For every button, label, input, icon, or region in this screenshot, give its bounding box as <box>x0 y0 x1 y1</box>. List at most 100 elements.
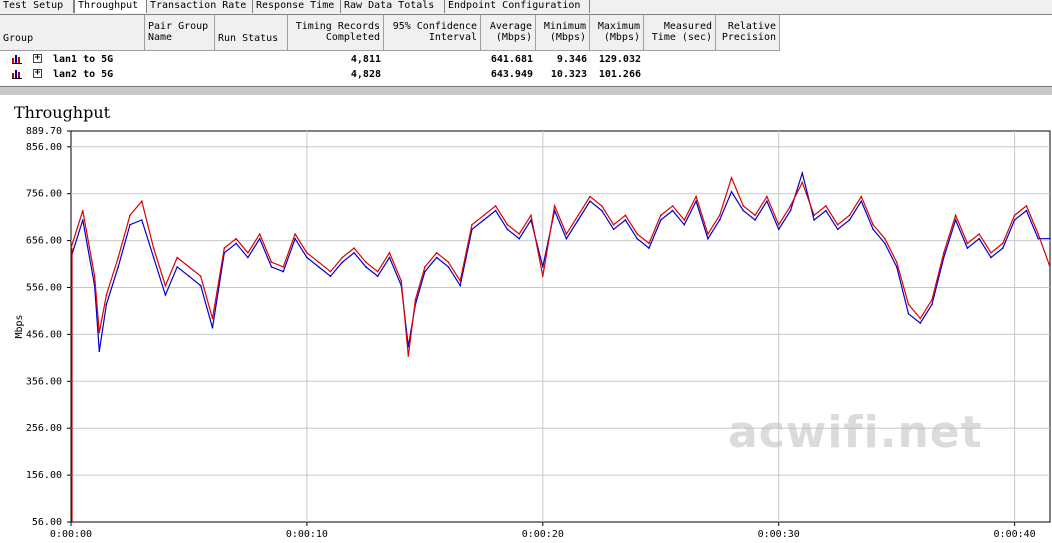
tab-endpoint-configuration[interactable]: Endpoint Configuration <box>445 0 590 13</box>
col-header-minimum[interactable]: Minimum (Mbps) <box>536 15 590 51</box>
series-0-point <box>718 219 721 221</box>
series-1-point <box>164 284 167 287</box>
series-1-point <box>105 294 108 296</box>
series-0-point <box>282 270 285 273</box>
series-0-point <box>424 270 426 273</box>
y-tick-label: 56.00 <box>32 517 62 528</box>
series-0-point <box>270 266 273 268</box>
col-header-relative-precision[interactable]: Relative Precision <box>716 15 780 51</box>
series-1-point <box>612 223 615 226</box>
row-average: 641.681 <box>490 54 533 65</box>
expand-icon[interactable]: + <box>33 69 42 78</box>
series-1-point <box>978 233 980 235</box>
watermark: acwifi.net <box>728 407 983 458</box>
series-0-point <box>1013 219 1016 221</box>
series-0-point <box>813 219 815 221</box>
series-1-point <box>1049 266 1051 268</box>
series-1-point <box>683 219 686 221</box>
series-1-point <box>895 261 898 263</box>
series-1-point <box>199 275 202 277</box>
col-header-timing-records[interactable]: Timing Records Completed <box>288 15 384 51</box>
col-header-group[interactable]: Group <box>0 15 145 51</box>
series-1-point <box>141 200 143 202</box>
col-header-run-status[interactable]: Run Status <box>215 15 288 51</box>
series-0-point <box>1049 237 1051 240</box>
series-1-point <box>518 233 520 235</box>
series-1-point <box>483 214 485 217</box>
series-0-point <box>695 200 697 202</box>
expand-icon[interactable]: + <box>33 54 42 63</box>
series-1-point <box>93 275 96 277</box>
series-0-point <box>294 237 296 240</box>
series-0-point <box>235 242 237 245</box>
series-0-point <box>341 261 344 263</box>
series-1-point <box>188 266 190 268</box>
series-0-point <box>329 275 332 277</box>
series-0-point <box>754 219 756 221</box>
y-tick-label: 256.00 <box>26 423 62 434</box>
series-1-point <box>931 298 933 301</box>
series-0-point <box>836 228 839 231</box>
series-1-point <box>718 214 721 217</box>
y-tick-label: 856.00 <box>26 142 62 153</box>
series-0-point <box>506 228 509 231</box>
series-0-point <box>612 228 615 231</box>
series-0-point <box>306 256 308 259</box>
col-header-maximum[interactable]: Maximum (Mbps) <box>590 15 644 51</box>
series-0-point <box>660 219 662 221</box>
series-0-point <box>730 191 733 193</box>
series-1-point <box>223 247 226 249</box>
col-header-confidence-interval[interactable]: 95% Confidence Interval <box>384 15 481 51</box>
series-0-point <box>884 242 886 245</box>
series-0-point <box>742 209 745 212</box>
series-0-point <box>671 209 674 212</box>
throughput-chart-panel: Throughput 889.70 856.00 756.00 656.00 556.0… <box>0 95 1052 543</box>
series-1-point <box>789 205 792 207</box>
series-0-point <box>353 252 355 254</box>
series-0-point <box>801 172 804 174</box>
col-header-average[interactable]: Average (Mbps) <box>481 15 536 51</box>
series-1-point <box>329 270 332 273</box>
series-1-point <box>1037 233 1039 235</box>
series-0-point <box>777 228 780 231</box>
tab-throughput[interactable]: Throughput <box>74 0 147 13</box>
series-0-point <box>931 303 933 306</box>
table-row[interactable]: + lan2 to 5G 4,828 643.949 10.323 101.26… <box>0 68 780 81</box>
series-1-point <box>82 209 84 212</box>
series-1-point <box>825 205 827 207</box>
series-1-point <box>400 280 403 282</box>
series-1-point <box>424 266 426 268</box>
series-0-point <box>636 237 638 240</box>
series-1-point <box>860 195 863 198</box>
series-0-point <box>199 284 202 287</box>
series-0-point <box>152 256 155 259</box>
series-1-point <box>353 247 355 249</box>
table-row[interactable]: + lan1 to 5G 4,811 641.681 9.346 129.032 <box>0 53 780 66</box>
series-0-point <box>1037 237 1039 240</box>
series-1-point <box>407 355 410 357</box>
series-0-point <box>105 303 108 306</box>
col-header-pair-group-name[interactable]: Pair Group Name <box>145 15 215 51</box>
tab-test-setup[interactable]: Test Setup <box>0 0 74 13</box>
y-axis-label: Mbps <box>14 314 25 338</box>
series-1-point <box>966 242 969 245</box>
series-0-point <box>954 219 957 221</box>
series-1-point <box>117 256 119 259</box>
series-1-point <box>1002 242 1004 245</box>
series-0-point <box>601 209 603 212</box>
tab-raw-data-totals[interactable]: Raw Data Totals <box>341 0 445 13</box>
series-0-point <box>707 237 709 240</box>
series-1-point <box>624 214 627 217</box>
series-1-point <box>388 252 391 254</box>
series-1-point <box>211 317 214 320</box>
series-0-point <box>117 266 119 268</box>
tab-response-time[interactable]: Response Time <box>253 0 341 13</box>
series-0-point <box>1002 247 1004 249</box>
col-header-measured-time[interactable]: Measured Time (sec) <box>644 15 716 51</box>
series-1-point <box>506 223 509 226</box>
row-average: 643.949 <box>490 69 533 80</box>
series-1-point <box>471 223 473 226</box>
series-0-point <box>683 223 686 226</box>
series-1-point <box>341 256 344 259</box>
tab-transaction-rate[interactable]: Transaction Rate <box>147 0 253 13</box>
